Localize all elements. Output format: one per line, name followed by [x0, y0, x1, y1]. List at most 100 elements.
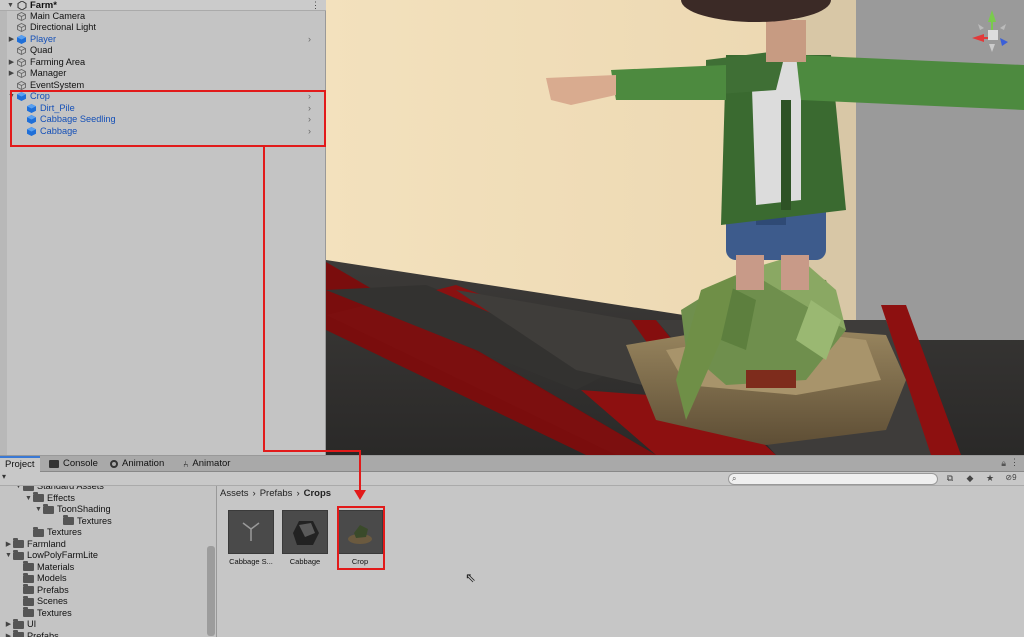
prefab-icon	[16, 35, 27, 44]
scene-render	[326, 0, 1024, 455]
annotation-arrow-icon	[354, 490, 366, 500]
breadcrumb: Assets › Prefabs › Crops	[220, 488, 331, 499]
folder-icon	[63, 515, 74, 525]
fold-arrow-icon[interactable]: ▶	[7, 34, 16, 45]
folder-tree-item[interactable]: Prefabs	[14, 584, 69, 596]
annotation-connector-down	[359, 450, 361, 492]
hierarchy-item[interactable]: Main Camera	[7, 11, 316, 22]
cabbage-preview-icon	[293, 521, 319, 545]
folder-tree-item[interactable]: ▼ LowPolyFarmLite	[4, 549, 98, 561]
folder-label: UI	[27, 619, 37, 629]
fold-arrow-icon[interactable]: ▼	[34, 504, 43, 515]
breadcrumb-assets[interactable]: Assets	[220, 488, 249, 499]
panel-menu-icon[interactable]: ⋮	[1010, 457, 1019, 468]
hierarchy-item[interactable]: Quad	[7, 45, 316, 56]
folder-icon	[13, 538, 24, 548]
folder-tree-item[interactable]: Models	[14, 572, 67, 584]
annotation-box-hierarchy-crop	[10, 90, 326, 147]
scene-orientation-gizmo[interactable]	[968, 8, 1016, 56]
folder-tree-item[interactable]: Scenes	[14, 595, 68, 607]
folder-label: Textures	[37, 607, 72, 618]
fold-arrow-icon[interactable]: ▶	[7, 68, 16, 79]
project-folder-tree: ▼ Standard Assets ▼ Effects ▼ ToonShading Text…	[0, 486, 217, 637]
favorites-icon[interactable]: ★	[984, 473, 996, 484]
tab-console[interactable]: Console	[44, 456, 103, 472]
gameobject-icon	[16, 80, 27, 91]
tab-animation-label: Animation	[122, 458, 165, 469]
fold-arrow-icon[interactable]: ▶	[4, 539, 13, 550]
asset-label: Cabbage	[289, 557, 321, 566]
asset-cabbage-seedling[interactable]: Cabbage S...	[226, 510, 276, 566]
tab-animator-label: Animator	[192, 458, 231, 469]
folder-label: Textures	[47, 527, 82, 537]
hierarchy-item[interactable]: ▶ Manager	[7, 68, 316, 79]
folder-tree-item[interactable]: ▼ Effects	[24, 492, 75, 504]
folder-label: Prefabs	[27, 630, 59, 637]
hierarchy-item[interactable]: ▶ Farming Area	[7, 57, 316, 68]
fold-arrow-icon[interactable]: ▼	[4, 550, 13, 561]
folder-tree-item[interactable]: Textures	[24, 526, 82, 538]
folder-tree-item[interactable]: Textures	[54, 515, 112, 527]
breadcrumb-prefabs[interactable]: Prefabs	[260, 488, 293, 499]
more-options-icon[interactable]: ⋮	[311, 0, 320, 11]
fold-arrow-icon[interactable]: ▶	[7, 57, 16, 68]
folder-tree-item[interactable]: ▼ Standard Assets	[14, 486, 104, 492]
asset-cabbage[interactable]: Cabbage	[280, 510, 330, 566]
hidden-packages-toggle[interactable]: ⊘9	[1000, 473, 1022, 482]
annotation-connector-horizontal	[263, 450, 361, 452]
folder-label: Models	[37, 573, 67, 583]
type-filter-icon[interactable]: ⧉	[944, 473, 956, 484]
folder-tree-item[interactable]: Materials	[14, 561, 75, 573]
folder-tree-item[interactable]: ▼ ToonShading	[34, 503, 111, 515]
scene-fold-arrow[interactable]: ▼	[7, 0, 14, 11]
hierarchy-item-label: Farming Area	[30, 57, 86, 67]
gameobject-icon	[16, 11, 27, 22]
folder-icon	[23, 584, 34, 594]
folder-label: Effects	[47, 492, 75, 503]
folder-tree-item[interactable]: ▶ UI	[4, 618, 37, 630]
fold-arrow-icon[interactable]: ▼	[24, 493, 33, 504]
breadcrumb-crops[interactable]: Crops	[304, 488, 331, 499]
gameobject-icon	[16, 45, 27, 56]
console-icon	[49, 460, 59, 468]
folder-label: Materials	[37, 561, 75, 572]
fold-arrow-icon[interactable]: ▼	[14, 486, 23, 492]
asset-thumbnail	[228, 510, 274, 554]
fold-arrow-icon[interactable]: ▶	[4, 631, 13, 637]
lock-icon[interactable]: 🔒︎	[1001, 458, 1006, 469]
open-prefab-chevron-icon[interactable]: ›	[308, 34, 311, 45]
hierarchy-gutter	[0, 0, 7, 455]
create-dropdown-icon[interactable]: ▾	[2, 472, 6, 481]
tab-animator[interactable]: ⑃ Animator	[178, 456, 235, 472]
animator-icon: ⑃	[183, 459, 189, 469]
search-icon: ⌕	[732, 474, 737, 483]
folder-tree-item[interactable]: ▶ Farmland	[4, 538, 66, 550]
hidden-count: 9	[1012, 473, 1017, 482]
folder-icon	[33, 492, 44, 502]
tab-bar: Project Console Animation ⑃ Animator 🔒︎ …	[0, 456, 1024, 472]
folder-tree-item[interactable]: Textures	[14, 607, 72, 619]
folder-tree-item[interactable]: ▶ Prefabs	[4, 630, 59, 637]
folder-label: Farmland	[27, 538, 66, 549]
label-filter-icon[interactable]: ◆	[964, 473, 976, 484]
folder-icon	[23, 607, 34, 617]
hierarchy-item-label: Main Camera	[30, 11, 86, 21]
folder-icon	[13, 549, 24, 560]
orientation-gizmo-icon	[972, 10, 1008, 52]
fold-arrow-icon[interactable]: ▶	[4, 619, 13, 630]
mouse-cursor-icon: ⇖	[465, 570, 476, 585]
hierarchy-item[interactable]: ▶ Player ›	[7, 34, 316, 45]
scene-header-row[interactable]: ▼ Farm* ⋮	[0, 0, 326, 11]
asset-label: Cabbage S...	[229, 557, 273, 566]
annotation-box-crop-asset	[337, 506, 385, 570]
folder-icon	[23, 595, 34, 606]
tab-project[interactable]: Project	[0, 456, 40, 472]
folder-label: LowPolyFarmLite	[27, 550, 98, 560]
scene-view[interactable]	[326, 0, 1024, 455]
folder-label: ToonShading	[57, 504, 111, 514]
tab-project-label: Project	[5, 459, 35, 470]
folder-tree-scrollbar[interactable]	[207, 546, 215, 636]
hierarchy-item[interactable]: Directional Light	[7, 22, 316, 33]
search-input[interactable]: ⌕	[728, 473, 938, 485]
tab-animation[interactable]: Animation	[105, 456, 169, 472]
